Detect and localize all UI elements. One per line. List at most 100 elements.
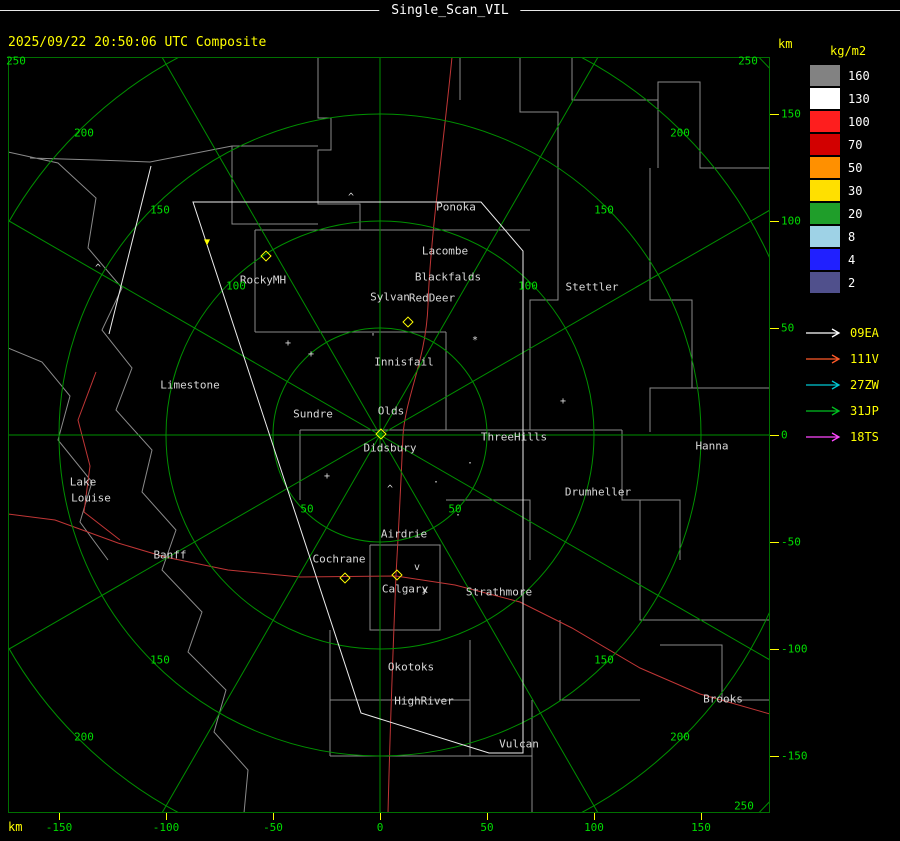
radar-arrow-icon — [806, 406, 841, 416]
city-label-lake: Lake — [69, 475, 97, 489]
radar-arrow-icon — [806, 354, 841, 364]
radar-legend-row: 09EA — [804, 320, 879, 346]
legend-level-value: 70 — [848, 137, 863, 152]
legend-color-swatch — [810, 88, 840, 109]
city-label-sylvan: Sylvan — [370, 290, 410, 304]
legend-color-swatch — [810, 180, 840, 201]
right-axis-label: 0 — [781, 428, 788, 442]
city-label-lacombe: Lacombe — [421, 244, 469, 258]
range-ring-label: 250 — [734, 799, 754, 813]
city-label-brooks: Brooks — [703, 692, 743, 706]
legend-level-value: 8 — [848, 229, 856, 244]
legend-level-value: 4 — [848, 252, 856, 267]
radar-arrow-icon — [806, 380, 841, 390]
city-label-airdrie: Airdrie — [380, 527, 428, 541]
radar-map-canvas[interactable]: Ponoka Lacombe Blackfalds Sylvan RedDeer Stet… — [0, 0, 900, 841]
range-ring-label: 200 — [670, 126, 690, 140]
radar-site-legend: 09EA 111V 27ZW 31JP 18TS — [804, 320, 879, 450]
bottom-axis-label: 0 — [376, 821, 384, 834]
site-diamond-marker — [260, 250, 272, 262]
bottom-axis-tick — [701, 813, 702, 820]
legend-level-row: 160 — [810, 64, 870, 87]
bottom-axis-tick — [273, 813, 274, 820]
bottom-axis-label: -50 — [263, 821, 283, 834]
right-axis-label: -50 — [781, 535, 801, 549]
bottom-axis-tick — [166, 813, 167, 820]
legend-color-swatch — [810, 157, 840, 178]
site-diamond-marker — [402, 316, 414, 328]
right-axis-tick — [770, 542, 779, 543]
legend-level-value: 2 — [848, 275, 856, 290]
legend-level-row: 30 — [810, 179, 870, 202]
radar-id-label: 31JP — [850, 404, 879, 418]
radar-arrow-icon — [806, 328, 841, 338]
city-label-rockymh: RockyMH — [239, 273, 287, 287]
right-axis-tick — [770, 114, 779, 115]
radar-arrow-icon — [806, 432, 841, 442]
legend-level-row: 4 — [810, 248, 870, 271]
color-scale: 160 130 100 70 50 30 20 8 4 2 — [810, 64, 870, 294]
city-label-olds: Olds — [377, 404, 405, 418]
city-label-sundre: Sundre — [293, 407, 333, 421]
legend-level-value: 130 — [848, 91, 870, 106]
bottom-axis-label: 100 — [584, 821, 604, 834]
map-point-marker: ' — [369, 332, 377, 343]
range-ring-label: 150 — [594, 653, 614, 667]
range-ring-label: 250 — [738, 54, 758, 68]
range-ring-label: 50 — [300, 502, 314, 516]
site-diamond-marker — [375, 428, 387, 440]
city-label-ponoka: Ponoka — [436, 200, 476, 214]
range-ring-label: 250 — [6, 54, 26, 68]
legend-color-swatch — [810, 65, 840, 86]
range-ring-label: 150 — [150, 203, 170, 217]
legend-color-swatch — [810, 272, 840, 293]
city-label-highriver: HighRiver — [394, 694, 454, 708]
map-point-marker: + — [284, 338, 292, 349]
map-point-marker: + — [323, 471, 331, 482]
map-point-marker: ^ — [386, 484, 394, 495]
legend-sidebar: kg/m2 160 130 100 70 50 30 20 8 4 2 09EA 111V 27ZW 3… — [800, 0, 900, 841]
radar-app-window: Single_Scan_VIL 2025/09/22 20:50:06 UTC … — [0, 0, 900, 841]
site-diamond-marker — [391, 569, 403, 581]
legend-level-row: 70 — [810, 133, 870, 156]
bottom-axis-label: -100 — [152, 821, 180, 834]
city-label-reddeer: RedDeer — [408, 291, 456, 305]
legend-level-value: 100 — [848, 114, 870, 129]
map-point-marker: ^ — [94, 263, 102, 274]
legend-level-row: 2 — [810, 271, 870, 294]
range-ring-label: 100 — [226, 279, 246, 293]
radar-id-label: 18TS — [850, 430, 879, 444]
legend-level-row: 100 — [810, 110, 870, 133]
radar-legend-row: 31JP — [804, 398, 879, 424]
bottom-axis-label: 50 — [480, 821, 494, 834]
map-point-marker: v — [413, 562, 421, 573]
map-point-marker: · — [466, 458, 474, 469]
map-point-marker: x — [421, 585, 429, 596]
right-axis-label: 100 — [781, 214, 801, 228]
range-ring-label: 200 — [670, 730, 690, 744]
map-point-marker: * — [471, 335, 479, 346]
map-point-marker: ^ — [347, 192, 355, 203]
legend-level-row: 50 — [810, 156, 870, 179]
city-label-louise: Louise — [71, 491, 111, 505]
city-label-didsbury: Didsbury — [363, 441, 417, 455]
right-axis-label: 50 — [781, 321, 795, 335]
radar-legend-row: 27ZW — [804, 372, 879, 398]
radar-id-label: 09EA — [850, 326, 879, 340]
right-axis-tick — [770, 221, 779, 222]
range-ring-label: 150 — [150, 653, 170, 667]
radar-legend-row: 111V — [804, 346, 879, 372]
map-point-marker: + — [307, 349, 315, 360]
legend-level-row: 130 — [810, 87, 870, 110]
legend-color-swatch — [810, 134, 840, 155]
legend-unit-label: kg/m2 — [830, 44, 867, 58]
radar-id-label: 27ZW — [850, 378, 879, 392]
city-label-stettler: Stettler — [565, 280, 619, 294]
city-label-hanna: Hanna — [695, 439, 729, 453]
city-label-okotoks: Okotoks — [387, 660, 435, 674]
legend-level-value: 30 — [848, 183, 863, 198]
radar-id-label: 111V — [850, 352, 879, 366]
bottom-axis-label: 150 — [691, 821, 711, 834]
city-label-drumheller: Drumheller — [564, 485, 632, 499]
map-point-marker: · — [432, 477, 440, 488]
